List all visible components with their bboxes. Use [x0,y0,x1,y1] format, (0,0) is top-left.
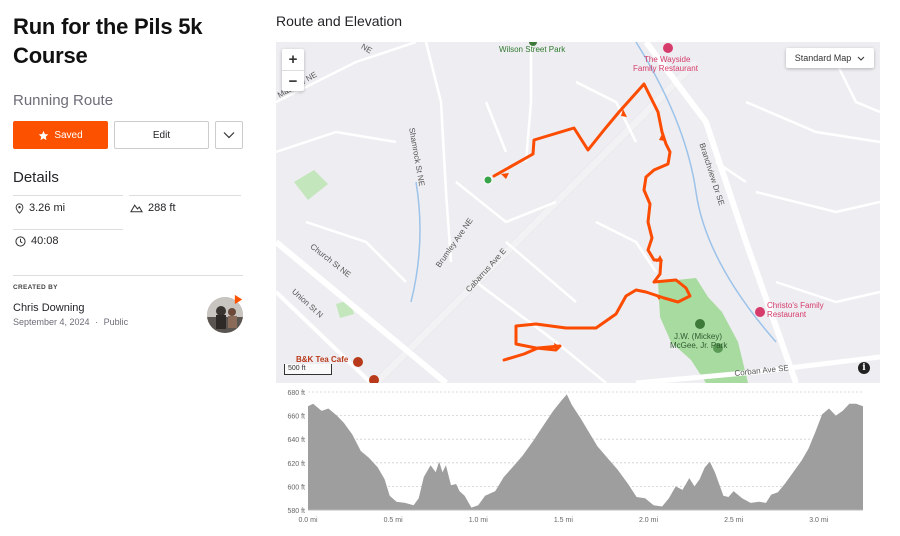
chevron-down-icon [223,132,235,139]
y-tick-label: 660 ft [287,414,305,421]
y-tick-label: 600 ft [287,484,305,491]
elevation-chart[interactable]: 580 ft 600 ft 620 ft 640 ft 660 ft 680 ft 0.0 … [276,388,880,528]
more-options-button[interactable] [215,121,243,149]
route-page: Run for the Pils 5k Course Running Route… [0,0,900,536]
x-tick-label: 0.5 mi [384,517,404,524]
x-tick-label: 1.0 mi [469,517,489,524]
map-canvas [276,42,880,383]
orange-badge-icon [234,294,243,305]
meta-separator: · [95,317,99,327]
creek [410,181,421,303]
creator-name[interactable]: Chris Downing [13,302,85,314]
zoom-in-button[interactable]: + [282,49,304,70]
y-tick-label: 680 ft [287,390,305,397]
created-date: September 4, 2024 [13,317,90,327]
distance-stat: 3.26 mi [15,202,65,214]
created-by-label: CREATED BY [13,284,58,291]
y-tick-label: 620 ft [287,461,305,468]
y-tick-label: 640 ft [287,437,305,444]
divider [129,195,241,196]
map-label-wilson-park: Wilson Street Park [499,45,566,54]
x-tick-label: 2.0 mi [639,517,659,524]
route-type: Running Route [13,92,114,109]
route-sidebar: Run for the Pils 5k Course Running Route… [13,12,243,251]
wayside-poi [663,43,673,53]
map-label-christos-2: Restaurant [767,310,807,319]
route-title: Run for the Pils 5k Course [13,12,243,70]
visibility: Public [103,317,129,327]
time-value: 40:08 [31,235,59,247]
creator-meta: September 4, 2024 · Public [13,317,128,327]
details-stats: 3.26 mi 288 ft 40:08 [13,195,243,251]
divider [13,229,123,230]
saved-button-label: Saved [54,129,83,141]
map-label-wayside-1: The Wayside [644,55,691,64]
mountain-icon [130,204,143,213]
star-icon [39,130,49,140]
route-title-line1: Run for the Pils 5k [13,14,203,39]
map-label-christos-1: Christo's Family [767,301,824,310]
map-label-wayside-2: Family Restaurant [633,64,698,73]
saved-button[interactable]: Saved [13,121,108,149]
x-tick-label: 3.0 mi [809,517,829,524]
map-label-mcgee-1: J.W. (Mickey) [674,332,722,341]
route-actions: Saved Edit [13,121,243,149]
mcgee-park-area [658,278,748,383]
mcgee-park-poi [695,319,705,329]
elevation-area [308,394,863,510]
green-patch [294,170,328,200]
time-stat: 40:08 [15,235,59,247]
elevation-value: 288 ft [148,202,176,214]
minor-roads [276,42,880,383]
map-type-label: Standard Map [794,53,852,63]
edit-button[interactable]: Edit [114,121,209,149]
divider [13,275,243,276]
x-tick-label: 0.0 mi [298,517,318,524]
tea-cafe-poi [353,357,363,367]
section-title: Route and Elevation [276,13,403,29]
clock-icon [15,235,26,247]
christos-poi [755,307,765,317]
x-tick-label: 2.5 mi [724,517,744,524]
zoom-out-button[interactable]: − [282,70,304,91]
details-heading: Details [13,169,59,186]
map-label-mcgee-2: McGee, Jr. Park [670,341,728,350]
distance-value: 3.26 mi [29,202,66,214]
map-scale: 500 ft [284,364,332,375]
chevron-down-icon [857,56,865,61]
x-tick-label: 1.5 mi [554,517,574,524]
route-start-marker [483,175,493,185]
divider [13,195,123,196]
route-map[interactable]: Wilson Street Park The Wayside Family Re… [276,42,880,383]
zoom-controls: + − [282,49,304,91]
route-title-line2: Course [13,43,88,68]
y-tick-label: 580 ft [287,508,305,515]
location-pin-icon [15,202,24,214]
map-type-select[interactable]: Standard Map [786,48,874,68]
info-icon[interactable]: i [858,362,870,374]
elevation-stat: 288 ft [130,202,176,214]
map-label-tea-cafe: B&K Tea Cafe [296,355,349,364]
